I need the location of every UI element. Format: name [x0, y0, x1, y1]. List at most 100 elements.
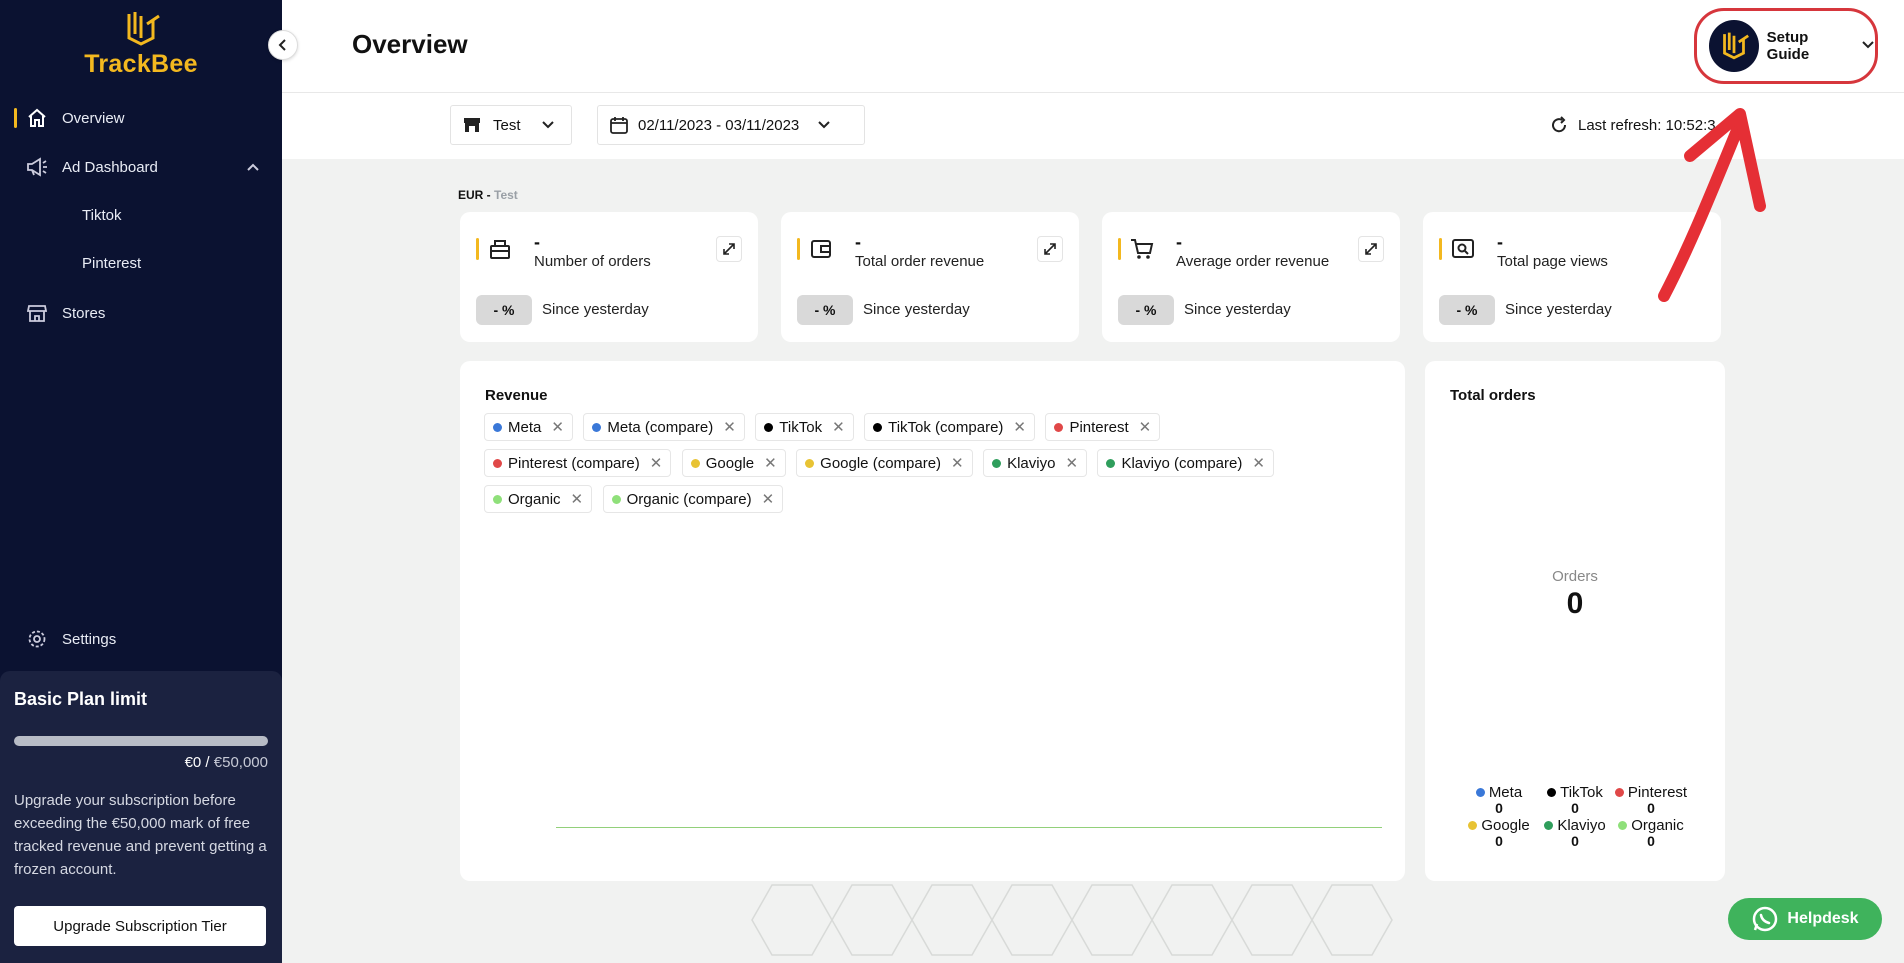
trackbee-logo[interactable]: TrackBee — [0, 10, 282, 79]
series-chip-pinterest[interactable]: Pinterest ✕ — [1045, 413, 1161, 441]
store-icon — [26, 302, 48, 324]
home-icon — [26, 107, 48, 129]
close-icon[interactable]: ✕ — [551, 418, 564, 436]
close-icon[interactable]: ✕ — [1013, 418, 1026, 436]
close-icon[interactable]: ✕ — [650, 454, 663, 472]
sidebar: TrackBee Overview Ad Dashboard Tiktok Pi… — [0, 0, 282, 963]
legend-value: 0 — [1647, 833, 1655, 849]
series-chip-klaviyo[interactable]: Klaviyo ✕ — [983, 449, 1088, 477]
browser-search-icon — [1451, 238, 1475, 265]
sidebar-item-label: Settings — [62, 630, 117, 648]
sidebar-item-pinterest[interactable]: Pinterest — [82, 255, 141, 272]
sidebar-item-label: Ad Dashboard — [62, 158, 158, 176]
sidebar-item-tiktok[interactable]: Tiktok — [82, 207, 121, 224]
kpi-since: Since yesterday — [1184, 301, 1291, 318]
series-chip-tiktok[interactable]: TikTok ✕ — [755, 413, 854, 441]
series-chip-tiktok-compare[interactable]: TikTok (compare) ✕ — [864, 413, 1035, 441]
series-chip-klaviyo-compare[interactable]: Klaviyo (compare) ✕ — [1097, 449, 1274, 477]
series-color-dot — [1054, 422, 1064, 432]
series-color-dot — [992, 458, 1002, 468]
top-bar: Overview Setup Guide — [282, 0, 1904, 93]
close-icon[interactable]: ✕ — [723, 418, 736, 436]
series-chip-meta-compare[interactable]: Meta (compare) ✕ — [583, 413, 745, 441]
legend-item-pinterest[interactable]: Pinterest 0 — [1613, 784, 1689, 815]
date-range-picker[interactable]: 02/11/2023 - 03/11/2023 — [597, 105, 865, 145]
series-chip-meta[interactable]: Meta ✕ — [484, 413, 573, 441]
legend-item-meta[interactable]: Meta 0 — [1461, 784, 1537, 815]
sidebar-item-ad-dashboard[interactable]: Ad Dashboard — [0, 147, 282, 187]
close-icon[interactable]: ✕ — [571, 490, 584, 508]
series-color-dot — [690, 458, 700, 468]
legend-value: 0 — [1495, 800, 1503, 816]
chip-label: Google (compare) — [820, 454, 942, 472]
legend-value: 0 — [1571, 800, 1579, 816]
plan-description: Upgrade your subscription before exceedi… — [14, 792, 267, 878]
series-color-dot — [611, 494, 621, 504]
chip-label: Pinterest — [1069, 418, 1129, 436]
series-chip-organic[interactable]: Organic ✕ — [484, 485, 593, 513]
expand-icon — [1365, 243, 1377, 255]
legend-item-google[interactable]: Google 0 — [1461, 817, 1537, 848]
close-icon[interactable]: ✕ — [1139, 418, 1152, 436]
upgrade-subscription-button[interactable]: Upgrade Subscription Tier — [14, 906, 266, 946]
sidebar-item-settings[interactable]: Settings — [0, 619, 282, 659]
setup-guide-button[interactable]: Setup Guide — [1694, 8, 1878, 84]
chip-label: TikTok — [779, 418, 823, 436]
legend-item-klaviyo[interactable]: Klaviyo 0 — [1537, 817, 1613, 848]
close-icon[interactable]: ✕ — [1065, 454, 1078, 472]
close-icon[interactable]: ✕ — [1252, 454, 1265, 472]
sidebar-item-overview[interactable]: Overview — [0, 98, 282, 138]
legend-color-dot — [1468, 821, 1478, 830]
refresh-icon — [1552, 116, 1567, 133]
close-icon[interactable]: ✕ — [764, 454, 777, 472]
series-chip-google[interactable]: Google ✕ — [681, 449, 786, 477]
close-icon[interactable]: ✕ — [762, 490, 775, 508]
expand-button[interactable] — [716, 236, 742, 262]
kpi-value: - — [855, 232, 861, 252]
close-icon[interactable]: ✕ — [951, 454, 964, 472]
kpi-accent — [1118, 238, 1121, 260]
series-chip-pinterest-compare[interactable]: Pinterest (compare) ✕ — [484, 449, 672, 477]
helpdesk-button[interactable]: Helpdesk — [1728, 898, 1882, 940]
avatar — [1709, 20, 1759, 72]
chip-label: Klaviyo (compare) — [1121, 454, 1243, 472]
series-chip-google-compare[interactable]: Google (compare) ✕ — [796, 449, 973, 477]
chevron-down-icon — [1861, 37, 1875, 55]
chip-label: Meta — [508, 418, 542, 436]
plan-used: €0 — [184, 754, 202, 771]
revenue-card: Revenue Meta ✕ Meta (compare) ✕ TikTok ✕ Ti… — [460, 361, 1405, 881]
legend-label: TikTok — [1560, 784, 1603, 801]
expand-icon — [723, 243, 735, 255]
brand-name: TrackBee — [84, 50, 198, 78]
chip-label: Organic (compare) — [626, 490, 752, 508]
kpi-since: Since yesterday — [1505, 301, 1612, 318]
whatsapp-icon — [1753, 906, 1778, 932]
currency-label: EUR - Test — [458, 188, 518, 202]
chevron-up-icon[interactable] — [246, 159, 260, 176]
store-select[interactable]: Test — [450, 105, 572, 145]
kpi-average-order-revenue: - Average order revenue - % Since yester… — [1102, 212, 1400, 342]
expand-button[interactable] — [1358, 236, 1384, 262]
kpi-accent — [1439, 238, 1442, 260]
plan-limit-panel: Basic Plan limit €0 / €50,000 Upgrade yo… — [0, 671, 282, 963]
legend-item-tiktok[interactable]: TikTok 0 — [1537, 784, 1613, 815]
chip-label: TikTok (compare) — [888, 418, 1004, 436]
series-color-dot — [592, 422, 602, 432]
plan-usage-amount: €0 / €50,000 — [184, 754, 268, 771]
kpi-change-badge: - % — [476, 295, 532, 325]
expand-button[interactable] — [1037, 236, 1063, 262]
chip-label: Meta (compare) — [607, 418, 714, 436]
orders-legend: Meta 0 TikTok 0 Pinterest 0 Google 0 Klaviyo… — [1425, 784, 1725, 848]
chip-label: Google — [705, 454, 755, 472]
register-icon — [488, 238, 512, 265]
megaphone-icon — [26, 156, 48, 178]
series-chip-organic-compare[interactable]: Organic (compare) ✕ — [602, 485, 784, 513]
collapse-sidebar-button[interactable] — [268, 30, 298, 60]
legend-value: 0 — [1647, 800, 1655, 816]
legend-item-organic[interactable]: Organic 0 — [1613, 817, 1689, 848]
wallet-icon — [809, 238, 833, 265]
sidebar-item-label: Stores — [62, 304, 106, 322]
sidebar-item-stores[interactable]: Stores — [0, 293, 282, 333]
close-icon[interactable]: ✕ — [832, 418, 845, 436]
kpi-name: Total order revenue — [855, 253, 985, 270]
